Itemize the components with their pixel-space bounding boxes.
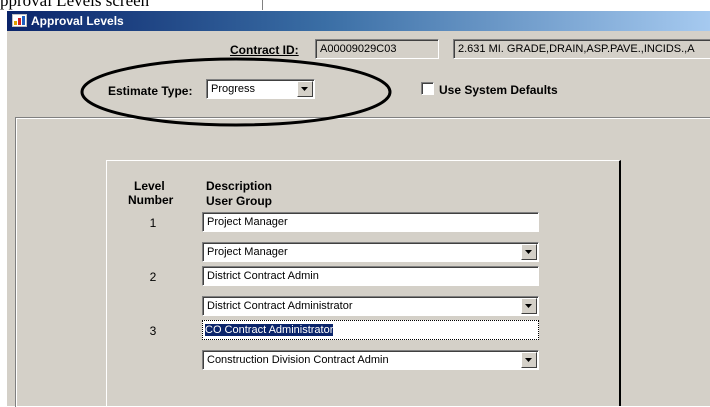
description-header: Description bbox=[206, 179, 273, 193]
contract-description-field[interactable]: 2.631 MI. GRADE,DRAIN,ASP.PAVE.,INCIDS.,… bbox=[453, 39, 710, 59]
user-group-header: User Group bbox=[206, 194, 273, 208]
user-group-select[interactable]: District Contract Administrator bbox=[202, 296, 539, 316]
level-number: 1 bbox=[149, 216, 157, 230]
user-group-dropdown-button[interactable] bbox=[521, 352, 537, 368]
user-group-dropdown-button[interactable] bbox=[521, 298, 537, 314]
app-icon bbox=[12, 14, 27, 27]
background-document-text: pproval Levels screen bbox=[0, 0, 150, 10]
use-system-defaults-label: Use System Defaults bbox=[439, 83, 558, 97]
selected-text: CO Contract Administrator bbox=[205, 324, 334, 336]
level-description-input[interactable]: District Contract Admin bbox=[202, 266, 539, 286]
user-group-select[interactable]: Project Manager bbox=[202, 242, 539, 262]
level-number: 3 bbox=[149, 324, 157, 338]
chevron-down-icon bbox=[525, 358, 532, 362]
window-title: Approval Levels bbox=[31, 14, 124, 28]
level-number: 2 bbox=[149, 270, 157, 284]
user-group-select[interactable]: Construction Division Contract Admin bbox=[202, 350, 539, 370]
user-group-value: Project Manager bbox=[207, 246, 288, 258]
level-description-input[interactable]: Project Manager bbox=[202, 212, 539, 232]
level-header-line-1: Level bbox=[134, 179, 165, 193]
title-bar[interactable]: Approval Levels bbox=[7, 11, 710, 31]
background-document-strip: pproval Levels screen bbox=[0, 0, 710, 10]
use-system-defaults-checkbox[interactable] bbox=[421, 82, 434, 95]
chevron-down-icon bbox=[525, 250, 532, 254]
level-header-line-2: Number bbox=[128, 193, 174, 207]
user-group-dropdown-button[interactable] bbox=[521, 244, 537, 260]
annotation-ellipse bbox=[80, 57, 392, 127]
divider bbox=[262, 0, 263, 10]
level-description-input-focused[interactable]: CO Contract Administrator bbox=[202, 320, 539, 340]
chevron-down-icon bbox=[525, 304, 532, 308]
user-group-value: Construction Division Contract Admin bbox=[207, 354, 389, 366]
user-group-value: District Contract Administrator bbox=[207, 300, 353, 312]
